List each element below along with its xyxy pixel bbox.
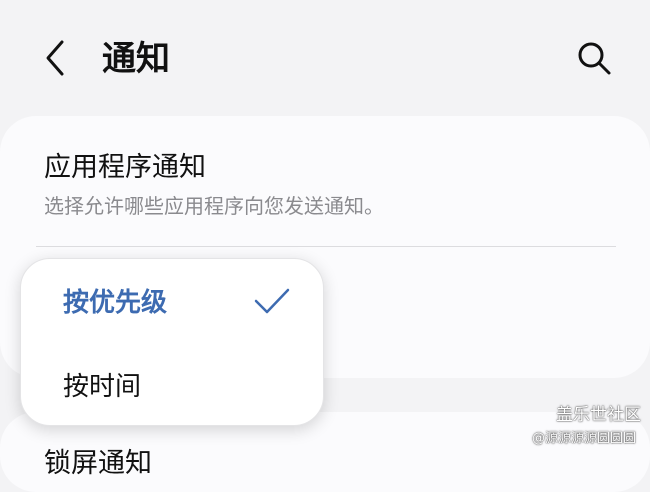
divider bbox=[36, 246, 616, 247]
watermark-logo-text: 盖乐世社区 bbox=[556, 405, 641, 425]
page-title: 通知 bbox=[102, 39, 170, 79]
check-icon bbox=[254, 288, 290, 314]
back-button[interactable] bbox=[36, 38, 76, 78]
sort-options-popup: 按优先级 按时间 bbox=[20, 258, 324, 426]
sort-option-time[interactable]: 按时间 bbox=[21, 345, 323, 425]
lock-screen-notifications-title[interactable]: 锁屏通知 bbox=[44, 446, 152, 482]
sort-option-label: 按时间 bbox=[63, 372, 142, 402]
search-button[interactable] bbox=[574, 38, 614, 78]
search-icon bbox=[578, 42, 611, 75]
chevron-left-icon bbox=[46, 40, 64, 76]
top-bar: 通知 bbox=[0, 0, 650, 118]
sort-option-label: 按优先级 bbox=[63, 288, 168, 318]
watermark-username: @源源源源圆圆圆 bbox=[532, 431, 637, 446]
sort-option-priority[interactable]: 按优先级 bbox=[21, 261, 323, 341]
app-notifications-title[interactable]: 应用程序通知 bbox=[44, 150, 206, 186]
app-notifications-description: 选择允许哪些应用程序向您发送通知。 bbox=[44, 194, 384, 218]
